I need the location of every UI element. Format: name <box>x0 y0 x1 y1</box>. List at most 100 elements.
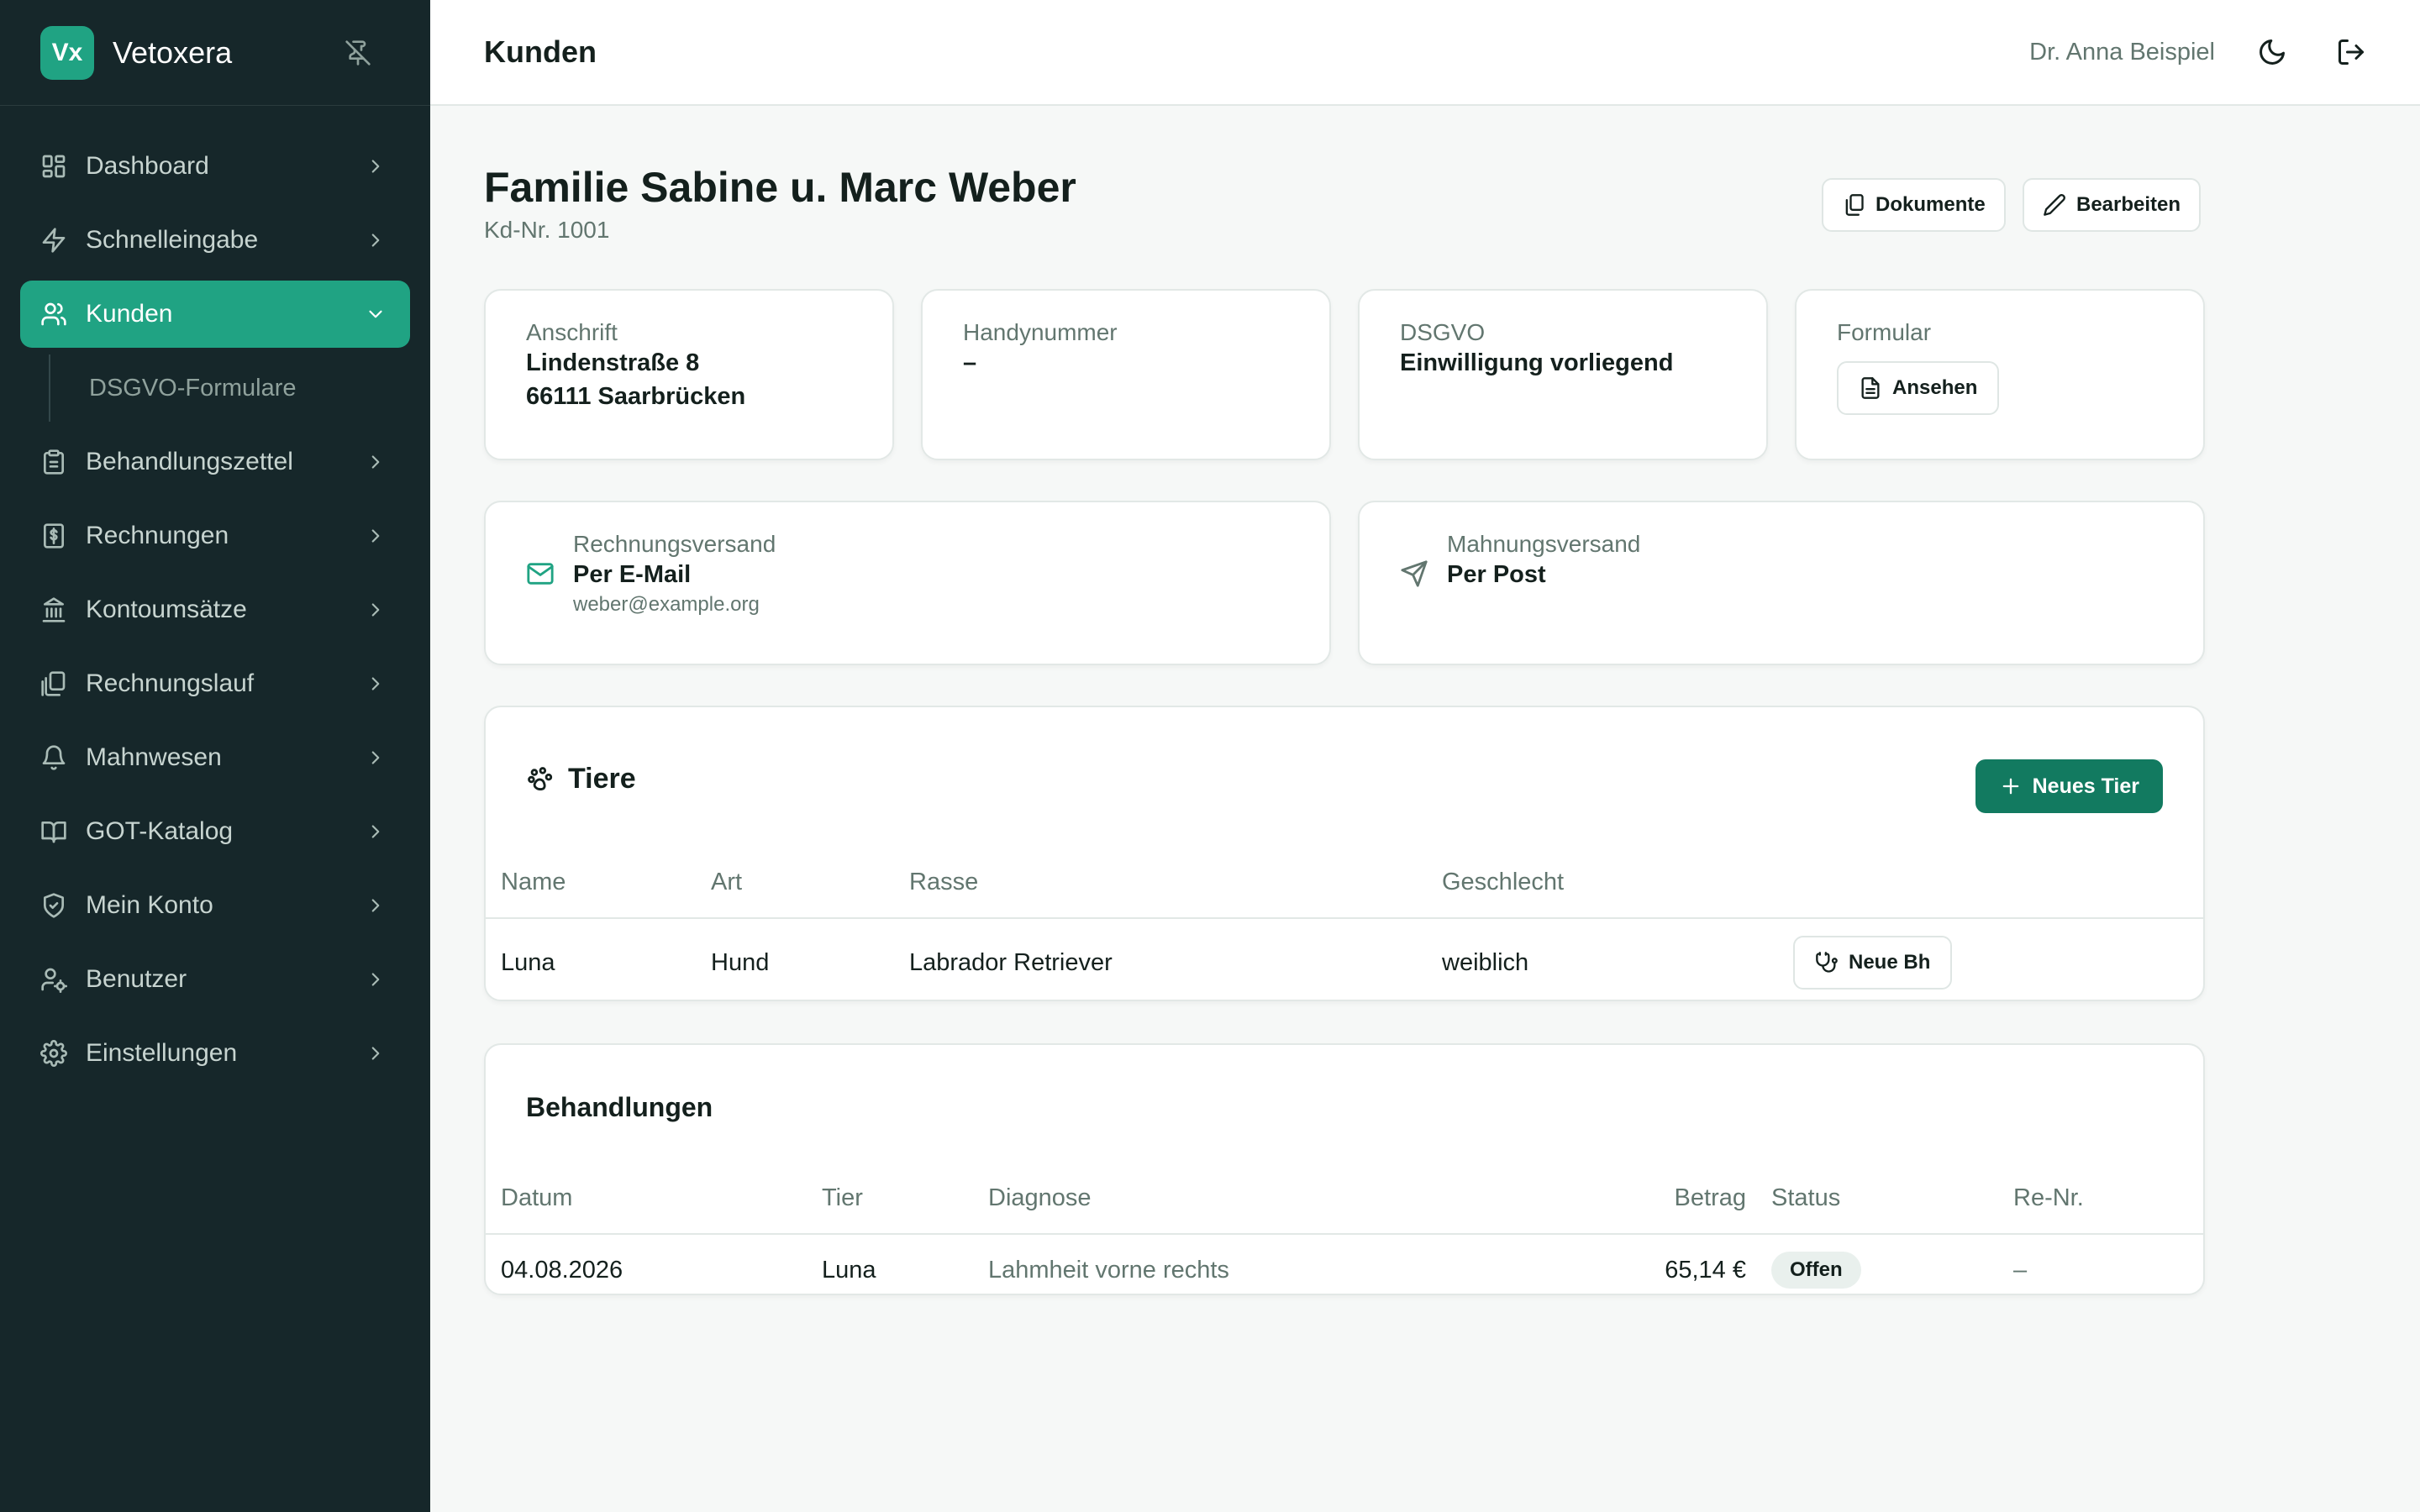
sidebar-item-rechnungslauf[interactable]: Rechnungslauf <box>20 650 410 717</box>
column-header-geschlecht[interactable]: Geschlecht <box>1442 869 1564 896</box>
sidebar: Vx Vetoxera Dashboard Schnelleingabe Kun… <box>0 0 430 1512</box>
chevron-right-icon <box>371 160 380 173</box>
bank-icon <box>42 597 66 622</box>
new-animal-button[interactable]: Neues Tier <box>1975 759 2163 813</box>
sidebar-item-kunden[interactable]: Kunden <box>20 281 410 348</box>
column-header-datum[interactable]: Datum <box>501 1184 572 1212</box>
chevron-right-icon <box>371 603 380 617</box>
book-icon <box>41 822 66 843</box>
sidebar-item-schnelleingabe[interactable]: Schnelleingabe <box>20 207 410 274</box>
column-header-tier[interactable]: Tier <box>822 1184 863 1212</box>
phone-value: – <box>963 349 977 376</box>
column-header-status[interactable]: Status <box>1771 1184 1840 1212</box>
user-name[interactable]: Dr. Anna Beispiel <box>2029 39 2215 66</box>
user-cog-icon <box>41 968 67 993</box>
sidebar-item-dashboard[interactable]: Dashboard <box>20 133 410 200</box>
gear-icon <box>40 1040 67 1067</box>
dsgvo-value: Einwilligung vorliegend <box>1400 349 1674 376</box>
customer-name: Familie Sabine u. Marc Weber <box>484 164 1076 211</box>
phone-card: Handynummer – <box>921 289 1331 460</box>
view-form-label: Ansehen <box>1892 376 1978 399</box>
dashboard-icon <box>42 155 66 178</box>
animal-breed: Labrador Retriever <box>909 949 1113 976</box>
chevron-right-icon <box>371 825 380 838</box>
treatment-amount: 65,14 € <box>1665 1257 1746 1284</box>
sidebar-item-einstellungen[interactable]: Einstellungen <box>20 1020 410 1087</box>
copies-icon <box>41 671 66 696</box>
edit-button[interactable]: Bearbeiten <box>2023 178 2202 232</box>
file-icon <box>1861 377 1880 399</box>
column-header-betrag[interactable]: Betrag <box>1675 1184 1746 1212</box>
reminder-delivery-label: Mahnungsversand <box>1447 531 1641 557</box>
logout-icon[interactable] <box>2336 37 2366 67</box>
documents-button[interactable]: Dokumente <box>1822 178 2006 232</box>
treatment-animal: Luna <box>822 1257 876 1284</box>
chevron-down-icon <box>369 310 382 318</box>
sidebar-item-mahnwesen[interactable]: Mahnwesen <box>20 724 410 791</box>
sidebar-item-kontoumsaetze[interactable]: Kontoumsätze <box>20 576 410 643</box>
app-name: Vetoxera <box>113 34 233 70</box>
address-card: Anschrift Lindenstraße 8 66111 Saarbrück… <box>484 289 894 460</box>
pencil-icon <box>2044 194 2065 216</box>
animals-card: Tiere Neues Tier Name Art Rasse Geschlec… <box>484 706 2205 1001</box>
page-title: Kunden <box>484 34 597 69</box>
table-header-divider <box>486 917 2203 919</box>
sidebar-item-label: Kunden <box>86 300 173 328</box>
sidebar-item-label: Behandlungszettel <box>86 448 293 475</box>
sidebar-item-label: Dashboard <box>86 152 209 180</box>
sidebar-item-behandlungszettel[interactable]: Behandlungszettel <box>20 428 410 496</box>
invoice-delivery-label: Rechnungsversand <box>573 531 776 557</box>
animal-sex: weiblich <box>1442 949 1529 976</box>
paw-icon <box>528 766 553 790</box>
sidebar-nav: Dashboard Schnelleingabe Kunden DSGVO-Fo… <box>20 133 410 1094</box>
chevron-right-icon <box>371 529 380 543</box>
reminder-delivery-value: Per Post <box>1447 561 1546 588</box>
sidebar-subitem-dsgvo-formulare[interactable]: DSGVO-Formulare <box>20 354 410 422</box>
customer-header: Familie Sabine u. Marc Weber Kd-Nr. 1001… <box>484 106 2205 291</box>
sidebar-item-label: Kontoumsätze <box>86 596 247 623</box>
treatment-diagnosis[interactable]: Lahmheit vorne rechts <box>988 1257 1229 1284</box>
dsgvo-card: DSGVO Einwilligung vorliegend <box>1358 289 1768 460</box>
treatment-invoice-nr: – <box>2013 1257 2028 1284</box>
chevron-right-icon <box>371 677 380 690</box>
column-header-re-nr[interactable]: Re-Nr. <box>2013 1184 2084 1212</box>
brand: Vx Vetoxera <box>0 0 430 106</box>
app-logo[interactable]: Vx <box>40 25 94 80</box>
sidebar-item-rechnungen[interactable]: Rechnungen <box>20 502 410 570</box>
sidebar-item-label: Einstellungen <box>86 1039 238 1067</box>
address-line1: Lindenstraße 8 <box>526 349 700 376</box>
sidebar-item-mein-konto[interactable]: Mein Konto <box>20 872 410 939</box>
moon-icon[interactable] <box>2257 37 2287 67</box>
invoice-icon <box>44 523 64 549</box>
mail-icon <box>527 563 554 585</box>
sidebar-item-label: GOT-Katalog <box>86 817 234 845</box>
send-icon <box>1401 560 1428 587</box>
chevron-right-icon <box>371 234 380 247</box>
column-header-rasse[interactable]: Rasse <box>909 869 978 896</box>
shield-icon <box>44 893 64 918</box>
submenu-line <box>49 354 50 422</box>
sidebar-subitem-label: DSGVO-Formulare <box>89 374 297 402</box>
view-form-button[interactable]: Ansehen <box>1837 361 2000 415</box>
column-header-diagnose[interactable]: Diagnose <box>988 1184 1092 1212</box>
stethoscope-icon <box>1816 952 1838 973</box>
main-content: Familie Sabine u. Marc Weber Kd-Nr. 1001… <box>484 106 2205 1295</box>
sidebar-item-benutzer[interactable]: Benutzer <box>20 946 410 1013</box>
sidebar-item-label: Rechnungen <box>86 522 229 549</box>
animal-species: Hund <box>711 949 770 976</box>
phone-label: Handynummer <box>963 319 1118 345</box>
sidebar-item-label: Schnelleingabe <box>86 226 259 254</box>
invoice-delivery-card: Rechnungsversand Per E-Mail weber@exampl… <box>484 501 1331 665</box>
chevron-right-icon <box>371 1047 380 1060</box>
bell-icon <box>42 745 66 770</box>
table-header-divider <box>486 1233 2203 1235</box>
unpin-icon[interactable] <box>345 39 371 66</box>
reminder-delivery-card: Mahnungsversand Per Post <box>1358 501 2205 665</box>
column-header-name[interactable]: Name <box>501 869 566 896</box>
column-header-art[interactable]: Art <box>711 869 742 896</box>
sidebar-item-label: Rechnungslauf <box>86 669 255 697</box>
new-treatment-button[interactable]: Neue Bh <box>1793 936 1953 990</box>
sidebar-item-got-katalog[interactable]: GOT-Katalog <box>20 798 410 865</box>
form-label: Formular <box>1837 319 1932 345</box>
topbar: Kunden Dr. Anna Beispiel <box>430 0 2420 106</box>
